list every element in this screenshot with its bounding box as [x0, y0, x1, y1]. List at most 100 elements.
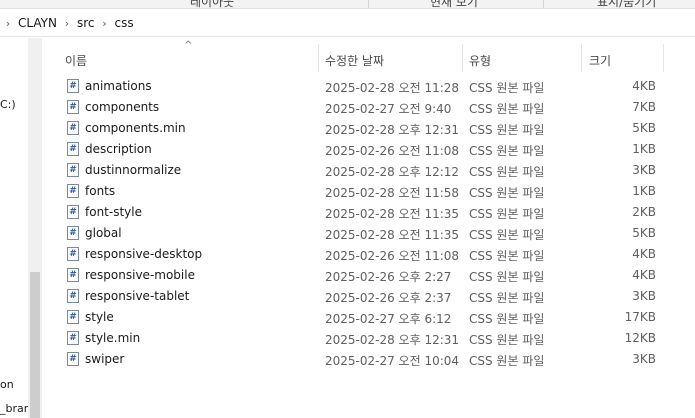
- css-file-icon: #: [67, 310, 79, 324]
- file-date: 2025-02-28 오전 11:28: [325, 81, 460, 95]
- file-type: CSS 원본 파일: [469, 291, 545, 305]
- nav-item-drive[interactable]: C:): [0, 98, 16, 111]
- file-row[interactable]: # fonts 2025-02-28 오전 11:58 CSS 원본 파일 1KB: [42, 181, 695, 202]
- chevron-right-icon[interactable]: ›: [61, 17, 73, 30]
- file-name: responsive-tablet: [85, 289, 190, 303]
- file-type: CSS 원본 파일: [469, 270, 545, 284]
- ribbon-divider: [543, 0, 544, 8]
- file-size: 4KB: [632, 268, 656, 282]
- file-row[interactable]: # responsive-mobile 2025-02-26 오후 2:27 CSS …: [42, 265, 695, 286]
- file-size: 1KB: [632, 142, 656, 156]
- ribbon-divider: [368, 0, 369, 8]
- file-name: style.min: [85, 331, 141, 345]
- column-header-name[interactable]: 이름: [65, 52, 87, 69]
- css-file-icon: #: [67, 142, 79, 156]
- file-type: CSS 원본 파일: [469, 228, 545, 242]
- chevron-right-icon[interactable]: ›: [2, 17, 14, 30]
- file-size: 3KB: [632, 163, 656, 177]
- file-row[interactable]: # responsive-tablet 2025-02-26 오후 2:37 CSS …: [42, 286, 695, 307]
- file-type: CSS 원본 파일: [469, 102, 545, 116]
- column-header-size[interactable]: 크기: [589, 52, 611, 69]
- column-separator[interactable]: [581, 44, 582, 72]
- file-name: responsive-mobile: [85, 268, 195, 282]
- file-name: animations: [85, 79, 152, 93]
- file-size: 7KB: [632, 100, 656, 114]
- sort-ascending-icon: ^: [184, 40, 193, 51]
- css-file-icon: #: [67, 79, 79, 93]
- file-type: CSS 원본 파일: [469, 354, 545, 368]
- file-type: CSS 원본 파일: [469, 165, 545, 179]
- file-row[interactable]: # global 2025-02-28 오전 11:35 CSS 원본 파일 5KB: [42, 223, 695, 244]
- breadcrumb-item-clayn[interactable]: CLAYN: [14, 16, 61, 30]
- css-file-icon: #: [67, 100, 79, 114]
- file-size: 1KB: [632, 184, 656, 198]
- file-list: ^ 이름 수정한 날짜 유형 크기 # animations 2025-02-28 …: [42, 38, 695, 418]
- ribbon-item-current-view[interactable]: 현재 보기: [430, 0, 478, 8]
- file-rows: # animations 2025-02-28 오전 11:28 CSS 원본 파일 4…: [42, 76, 695, 370]
- file-date: 2025-02-27 오전 9:40: [325, 102, 452, 116]
- file-date: 2025-02-26 오후 2:27: [325, 270, 452, 284]
- column-separator[interactable]: [663, 44, 664, 72]
- column-header-date[interactable]: 수정한 날짜: [325, 52, 384, 69]
- column-header-type[interactable]: 유형: [469, 52, 491, 69]
- file-row[interactable]: # font-style 2025-02-28 오전 11:35 CSS 원본 파일 2…: [42, 202, 695, 223]
- css-file-icon: #: [67, 247, 79, 261]
- file-date: 2025-02-26 오전 11:08: [325, 144, 460, 158]
- file-date: 2025-02-28 오후 12:31: [325, 123, 460, 137]
- file-type: CSS 원본 파일: [469, 123, 545, 137]
- column-header: ^ 이름 수정한 날짜 유형 크기: [42, 38, 695, 74]
- file-date: 2025-02-28 오후 12:12: [325, 165, 460, 179]
- file-size: 12KB: [624, 331, 656, 345]
- nav-item[interactable]: on: [0, 378, 14, 391]
- nav-scrollbar-thumb[interactable]: [30, 272, 40, 418]
- file-name: components: [85, 100, 160, 114]
- file-type: CSS 원본 파일: [469, 144, 545, 158]
- file-row[interactable]: # swiper 2025-02-27 오전 10:04 CSS 원본 파일 3KB: [42, 349, 695, 370]
- breadcrumb[interactable]: › CLAYN › src › css: [0, 10, 695, 37]
- css-file-icon: #: [67, 205, 79, 219]
- file-date: 2025-02-26 오전 11:08: [325, 249, 460, 263]
- file-date: 2025-02-27 오후 6:12: [325, 312, 452, 326]
- css-file-icon: #: [67, 163, 79, 177]
- file-size: 3KB: [632, 289, 656, 303]
- chevron-right-icon[interactable]: ›: [98, 17, 110, 30]
- file-row[interactable]: # components 2025-02-27 오전 9:40 CSS 원본 파일 7K…: [42, 97, 695, 118]
- file-size: 5KB: [632, 226, 656, 240]
- file-type: CSS 원본 파일: [469, 186, 545, 200]
- css-file-icon: #: [67, 184, 79, 198]
- file-name: fonts: [85, 184, 116, 198]
- breadcrumb-item-src[interactable]: src: [73, 16, 99, 30]
- ribbon-item-layout[interactable]: 레이아웃: [190, 0, 234, 8]
- file-date: 2025-02-28 오전 11:58: [325, 186, 460, 200]
- file-name: responsive-desktop: [85, 247, 203, 261]
- file-row[interactable]: # style 2025-02-27 오후 6:12 CSS 원본 파일 17KB: [42, 307, 695, 328]
- file-row[interactable]: # components.min 2025-02-28 오후 12:31 CSS 원본…: [42, 118, 695, 139]
- file-date: 2025-02-28 오후 12:31: [325, 333, 460, 347]
- column-separator[interactable]: [318, 44, 319, 72]
- file-date: 2025-02-26 오후 2:37: [325, 291, 452, 305]
- file-date: 2025-02-28 오전 11:35: [325, 228, 460, 242]
- ribbon-strip: 레이아웃 현재 보기 표시/숨기기: [0, 0, 695, 9]
- file-row[interactable]: # dustinnormalize 2025-02-28 오후 12:12 CSS 원…: [42, 160, 695, 181]
- ribbon-item-show-hide[interactable]: 표시/숨기기: [597, 0, 656, 8]
- file-size: 3KB: [632, 352, 656, 366]
- css-file-icon: #: [67, 121, 79, 135]
- file-date: 2025-02-28 오전 11:35: [325, 207, 460, 221]
- nav-item[interactable]: _bran: [0, 402, 31, 415]
- file-size: 4KB: [632, 79, 656, 93]
- file-name: style: [85, 310, 114, 324]
- file-row[interactable]: # style.min 2025-02-28 오후 12:31 CSS 원본 파일 12…: [42, 328, 695, 349]
- file-size: 5KB: [632, 121, 656, 135]
- css-file-icon: #: [67, 268, 79, 282]
- file-row[interactable]: # animations 2025-02-28 오전 11:28 CSS 원본 파일 4…: [42, 76, 695, 97]
- file-type: CSS 원본 파일: [469, 207, 545, 221]
- css-file-icon: #: [67, 289, 79, 303]
- file-name: description: [85, 142, 152, 156]
- file-size: 2KB: [632, 205, 656, 219]
- file-row[interactable]: # description 2025-02-26 오전 11:08 CSS 원본 파일…: [42, 139, 695, 160]
- file-row[interactable]: # responsive-desktop 2025-02-26 오전 11:08 CS…: [42, 244, 695, 265]
- breadcrumb-item-css[interactable]: css: [110, 16, 137, 30]
- file-name: global: [85, 226, 122, 240]
- file-name: components.min: [85, 121, 186, 135]
- column-separator[interactable]: [462, 44, 463, 72]
